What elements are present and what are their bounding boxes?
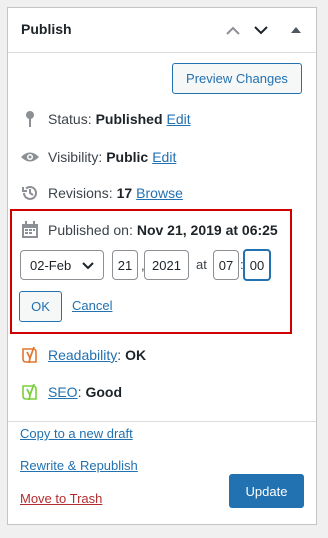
pin-icon [20, 109, 40, 129]
revisions-browse-link[interactable]: Browse [136, 185, 183, 201]
chevron-down-icon [254, 25, 268, 34]
seo-colon: : [77, 384, 82, 400]
revisions-label: Revisions: [48, 185, 113, 201]
at-label: at [196, 257, 207, 272]
revisions-value: 17 [116, 185, 133, 201]
minute-input[interactable]: 00 [243, 249, 271, 281]
published-on-label: Published on: [48, 222, 133, 238]
chevron-down-icon [82, 262, 94, 270]
cancel-link[interactable]: Cancel [72, 298, 112, 313]
hour-input[interactable]: 07 [213, 250, 239, 280]
visibility-edit-link[interactable]: Edit [152, 149, 176, 165]
readability-colon: : [117, 347, 122, 363]
yoast-readability-icon [20, 345, 40, 365]
rewrite-republish-link[interactable]: Rewrite & Republish [20, 458, 138, 473]
visibility-label: Visibility: [48, 149, 103, 165]
move-down-button[interactable] [251, 20, 271, 40]
readability-row: Readability: OK [20, 344, 146, 366]
month-select-value: 02-Feb [30, 257, 72, 273]
move-up-button[interactable] [223, 20, 243, 40]
status-value: Published [95, 111, 163, 127]
move-to-trash-link[interactable]: Move to Trash [20, 491, 102, 506]
seo-value: Good [85, 384, 123, 400]
readability-link[interactable]: Readability [48, 347, 117, 363]
revisions-row: Revisions: 17 Browse [20, 182, 183, 204]
section-divider [8, 421, 316, 422]
visibility-value: Public [106, 149, 149, 165]
chevron-up-icon [226, 26, 240, 35]
collapse-toggle-button[interactable] [286, 20, 306, 40]
copy-to-draft-link[interactable]: Copy to a new draft [20, 426, 133, 441]
eye-icon [20, 147, 40, 167]
published-on-value: Nov 21, 2019 at 06:25 [136, 222, 278, 238]
year-input[interactable]: 2021 [144, 250, 189, 280]
visibility-row: Visibility: Public Edit [20, 146, 176, 168]
day-input[interactable]: 21 [112, 250, 138, 280]
panel-title: Publish [21, 21, 72, 37]
month-select[interactable]: 02-Feb [20, 250, 104, 280]
panel-header: Publish [8, 8, 316, 53]
seo-link[interactable]: SEO [48, 384, 78, 400]
publish-panel: Publish Preview Changes Status: Publishe… [7, 7, 317, 525]
yoast-seo-icon [20, 382, 40, 402]
history-icon [20, 183, 40, 203]
status-edit-link[interactable]: Edit [167, 111, 191, 127]
triangle-up-icon [291, 27, 301, 33]
update-button[interactable]: Update [229, 474, 304, 508]
seo-row: SEO: Good [20, 381, 122, 403]
status-label: Status: [48, 111, 92, 127]
status-row: Status: Published Edit [20, 108, 191, 130]
readability-value: OK [125, 347, 147, 363]
published-on-row: Published on: Nov 21, 2019 at 06:25 [20, 219, 278, 241]
calendar-icon [20, 220, 40, 240]
preview-changes-button[interactable]: Preview Changes [172, 63, 302, 94]
ok-button[interactable]: OK [19, 291, 62, 322]
